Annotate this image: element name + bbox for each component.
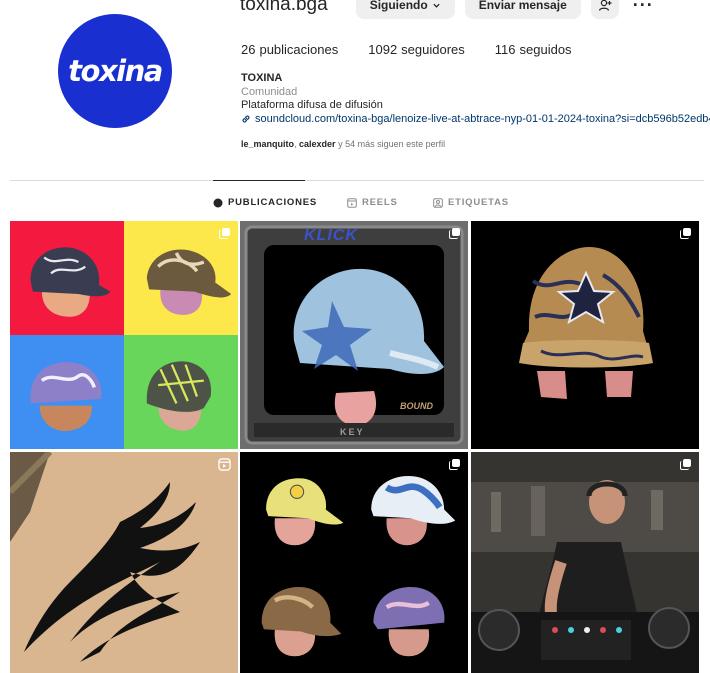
carousel-icon xyxy=(680,228,691,239)
post-photo xyxy=(240,452,354,563)
tv-bottom-label: KEY xyxy=(340,427,365,437)
post-tile[interactable] xyxy=(10,221,238,449)
post-photo xyxy=(240,563,354,673)
post-photo xyxy=(10,221,124,335)
tv-top-sticker-text: KLICK xyxy=(304,227,358,244)
profile-stats: 26 publicaciones 1092 seguidores 116 seg… xyxy=(241,42,602,57)
post-photo xyxy=(240,221,468,449)
reel-icon xyxy=(218,458,231,471)
followed-by-user-1[interactable]: le_manquito xyxy=(241,139,294,149)
followers-label: seguidores xyxy=(401,42,465,57)
profile-bio: TOXINA Comunidad Plataforma difusa de di… xyxy=(241,72,710,126)
posts-stat: 26 publicaciones xyxy=(241,42,338,57)
cap-image xyxy=(30,362,102,432)
following-button[interactable]: Siguiendo xyxy=(355,0,455,19)
profile-avatar[interactable]: toxina xyxy=(58,14,172,128)
post-tile[interactable] xyxy=(10,452,238,673)
post-photo xyxy=(10,452,238,673)
send-message-button[interactable]: Enviar mensaje xyxy=(464,0,581,19)
bio-link[interactable]: soundcloud.com/toxina-bga/lenoize-live-a… xyxy=(241,113,710,127)
tabs-divider xyxy=(10,180,704,181)
carousel-icon xyxy=(449,228,460,239)
following-stat[interactable]: 116 seguidos xyxy=(495,42,572,57)
followed-by-line[interactable]: le_manquito, calexder y 54 más siguen es… xyxy=(241,139,445,149)
followed-by-user-2[interactable]: calexder xyxy=(299,139,336,149)
post-tile[interactable] xyxy=(471,221,699,449)
cap-image xyxy=(30,247,111,317)
post-photo xyxy=(10,335,124,449)
posts-label: publicaciones xyxy=(259,42,339,57)
posts-count: 26 xyxy=(241,42,256,57)
following-count: 116 xyxy=(494,42,516,57)
bio-name: TOXINA xyxy=(241,72,283,84)
avatar-logo-text: toxina xyxy=(68,54,163,88)
link-icon xyxy=(242,115,250,123)
carousel-icon xyxy=(449,459,460,470)
grid-icon xyxy=(213,198,223,207)
add-user-icon xyxy=(598,0,612,11)
tab-publicaciones[interactable]: PUBLICACIONES xyxy=(213,197,317,208)
tab-label: REELS xyxy=(362,197,398,208)
tab-etiquetas[interactable]: ETIQUETAS xyxy=(433,197,509,208)
cap-image xyxy=(146,361,212,431)
following-label: seguidos xyxy=(519,42,572,57)
bio-category: Comunidad xyxy=(241,85,298,98)
followers-count: 1092 xyxy=(368,42,398,57)
bio-text: Plataforma difusa de difusión xyxy=(241,99,383,111)
send-message-label: Enviar mensaje xyxy=(478,0,567,12)
profile-action-row: toxina.bga Siguiendo Enviar mensaje ··· xyxy=(240,0,654,19)
post-photo xyxy=(471,452,699,673)
tab-label: PUBLICACIONES xyxy=(228,197,318,208)
active-tab-indicator xyxy=(213,180,305,181)
carousel-icon xyxy=(219,228,230,239)
post-photo xyxy=(471,221,699,449)
followers-stat[interactable]: 1092 seguidores xyxy=(368,42,465,57)
tv-side-sticker-text: BOUND xyxy=(400,401,433,411)
tagged-icon xyxy=(433,197,443,208)
cap-image xyxy=(266,478,344,546)
cap-image xyxy=(261,586,342,656)
cap-image xyxy=(373,586,445,656)
post-tile[interactable] xyxy=(471,452,699,673)
post-tile[interactable] xyxy=(240,452,468,673)
tab-label: ETIQUETAS xyxy=(448,197,509,208)
following-button-label: Siguiendo xyxy=(369,0,428,12)
add-user-button[interactable] xyxy=(590,0,619,19)
profile-username: toxina.bga xyxy=(240,0,328,15)
post-photo xyxy=(354,563,468,673)
chevron-down-icon xyxy=(433,3,440,8)
post-photo xyxy=(124,335,238,449)
tab-reels[interactable]: REELS xyxy=(347,197,398,208)
post-tile[interactable]: KLICK KEY BOUND xyxy=(240,221,468,449)
reels-icon xyxy=(347,197,357,208)
more-options-button[interactable]: ··· xyxy=(633,0,654,16)
bio-link-text: soundcloud.com/toxina-bga/lenoize-live-a… xyxy=(255,112,710,125)
followed-by-rest: y 54 más siguen este perfil xyxy=(335,139,446,149)
carousel-icon xyxy=(680,459,691,470)
